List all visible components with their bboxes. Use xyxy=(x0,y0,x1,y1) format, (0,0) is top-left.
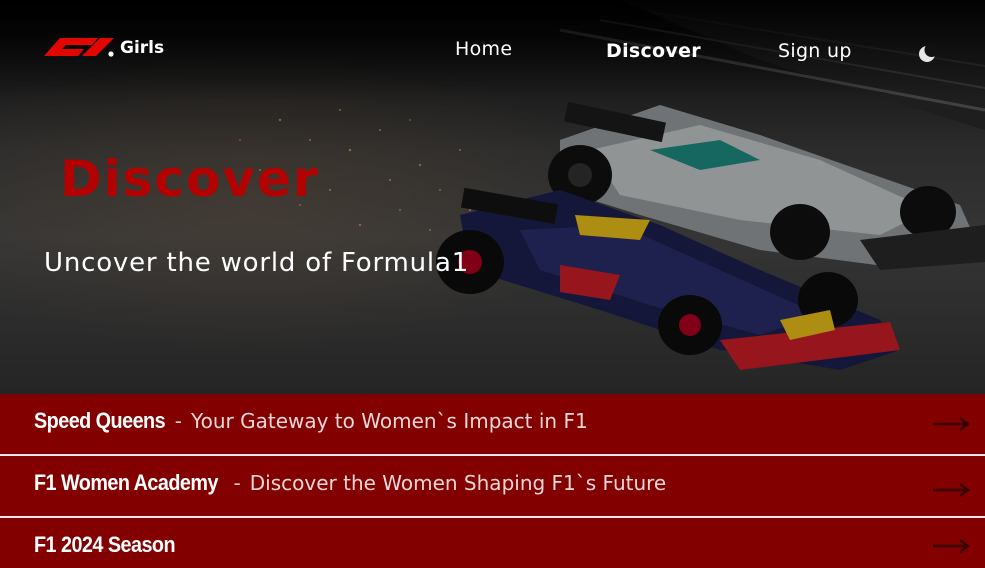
f1-logo-icon xyxy=(44,38,114,57)
nav-discover[interactable]: Discover xyxy=(606,40,701,62)
section-description: Discover the Women Shaping F1`s Future xyxy=(249,471,667,495)
moon-icon xyxy=(919,43,939,62)
logo-text: Girls xyxy=(120,38,165,58)
hero-subtitle: Uncover the world of Formula1 xyxy=(44,248,470,278)
section-title: F1 2024 Season xyxy=(34,532,176,557)
theme-toggle-button[interactable] xyxy=(917,43,939,64)
section-row-text: Speed Queens - Your Gateway to Women`s I… xyxy=(34,408,588,434)
arrow-right-icon[interactable] xyxy=(931,534,971,558)
section-separator: - xyxy=(174,409,182,433)
section-list: Speed Queens - Your Gateway to Women`s I… xyxy=(0,394,985,568)
section-row-text: F1 Women Academy - Discover the Women Sh… xyxy=(34,470,666,496)
top-navigation-bar: Girls Home Discover Sign up xyxy=(0,0,985,100)
nav-sign-up[interactable]: Sign up xyxy=(778,40,852,62)
section-row-f1-women-academy[interactable]: F1 Women Academy - Discover the Women Sh… xyxy=(0,456,985,518)
section-row-speed-queens[interactable]: Speed Queens - Your Gateway to Women`s I… xyxy=(0,394,985,456)
section-row-text: F1 2024 Season xyxy=(34,532,185,558)
arrow-right-icon[interactable] xyxy=(931,478,971,502)
section-separator: - xyxy=(233,471,241,495)
logo[interactable]: Girls xyxy=(42,34,164,58)
section-description: Your Gateway to Women`s Impact in F1 xyxy=(191,409,588,433)
nav-home[interactable]: Home xyxy=(455,38,512,60)
hero-banner: Girls Home Discover Sign up Discover Unc… xyxy=(0,0,985,394)
page-title: Discover xyxy=(60,150,320,208)
arrow-right-icon[interactable] xyxy=(931,412,971,436)
section-title: Speed Queens xyxy=(34,408,166,433)
section-row-f1-2024-season[interactable]: F1 2024 Season xyxy=(0,518,985,568)
section-title: F1 Women Academy xyxy=(34,470,218,495)
